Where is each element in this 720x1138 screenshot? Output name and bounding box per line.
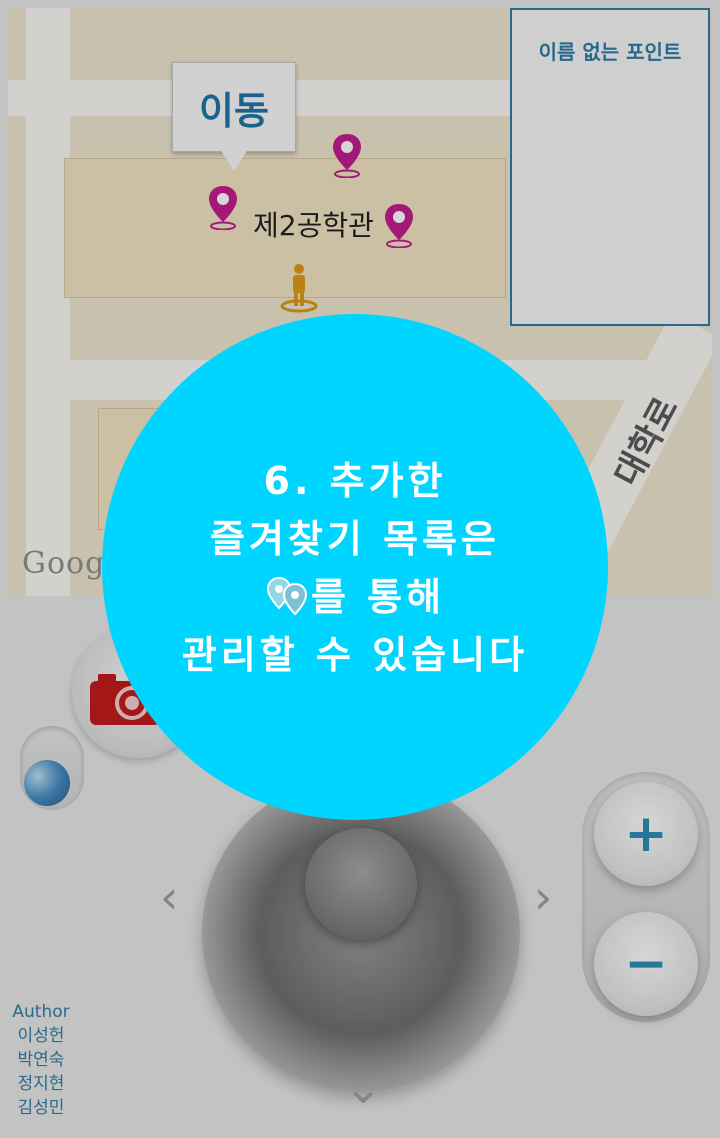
tip-line-3: 를 통해 [102,568,608,626]
favorites-pins-icon [266,576,307,616]
tip-line-3-text: 를 통해 [310,575,446,619]
tip-text: 6. 추가한 즐겨찾기 목록은 를 통해 관리할 수 있습니다 [102,452,608,684]
tip-line-4: 관리할 수 있습니다 [181,633,529,677]
tip-line-2: 즐겨찾기 목록은 [210,517,500,561]
tip-line-1: 6. 추가한 [263,459,447,503]
